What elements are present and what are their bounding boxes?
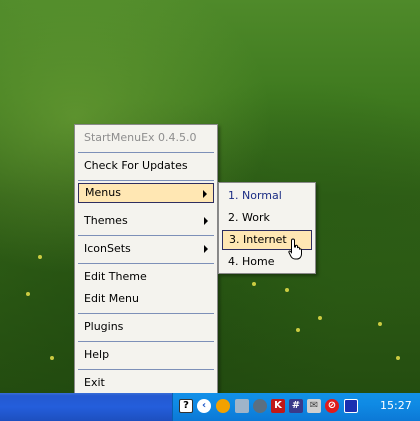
network-icon[interactable] (235, 399, 249, 413)
menu-item-label: Themes (84, 214, 128, 227)
flower (396, 356, 400, 360)
submenu-arrow-icon (204, 217, 208, 225)
flower (378, 322, 382, 326)
menu-separator (78, 152, 214, 153)
submenu-arrow-icon (203, 190, 207, 198)
collapse-arrow-icon[interactable]: ‹ (197, 399, 211, 413)
system-tray: ? ‹ K # ✉ ⊘ 15:27 (172, 393, 420, 421)
help-icon[interactable]: ? (179, 399, 193, 413)
flower (26, 292, 30, 296)
submenu-arrow-icon (204, 245, 208, 253)
menu-separator (78, 341, 214, 342)
menu-item-help[interactable]: Help (78, 345, 214, 365)
no-entry-icon[interactable]: ⊘ (325, 399, 339, 413)
submenu-item-normal[interactable]: 1. Normal (222, 186, 312, 206)
orange-circle-icon[interactable] (216, 399, 230, 413)
startmenuex-menu: StartMenuEx 0.4.5.0 Check For Updates Me… (74, 124, 218, 396)
monitor-icon[interactable] (344, 399, 358, 413)
grid-icon[interactable]: # (289, 399, 303, 413)
menu-separator (78, 263, 214, 264)
menu-item-edit-theme[interactable]: Edit Theme (78, 267, 214, 287)
flower (252, 282, 256, 286)
user-icon[interactable] (253, 399, 267, 413)
menu-item-exit[interactable]: Exit (78, 373, 214, 393)
menu-item-check-for-updates[interactable]: Check For Updates (78, 156, 214, 176)
menu-item-themes[interactable]: Themes (78, 211, 214, 231)
flower (38, 255, 42, 259)
menu-title: StartMenuEx 0.4.5.0 (84, 131, 197, 144)
flower (318, 316, 322, 320)
menu-item-label: Menus (85, 186, 121, 199)
hand-cursor-icon (288, 238, 302, 260)
menu-item-plugins[interactable]: Plugins (78, 317, 214, 337)
menu-item-edit-menu[interactable]: Edit Menu (78, 289, 214, 309)
submenu-item-work[interactable]: 2. Work (222, 208, 312, 228)
flower (296, 328, 300, 332)
menu-separator (78, 235, 214, 236)
menu-item-iconsets[interactable]: IconSets (78, 239, 214, 259)
menu-separator (78, 369, 214, 370)
menus-submenu: 1. Normal 2. Work 3. Internet 4. Home (218, 182, 316, 274)
menu-item-label: IconSets (84, 242, 131, 255)
clock[interactable]: 15:27 (380, 399, 412, 412)
flower (50, 356, 54, 360)
envelope-icon[interactable]: ✉ (307, 399, 321, 413)
menu-separator (78, 180, 214, 181)
flower (285, 288, 289, 292)
menu-separator (78, 313, 214, 314)
shield-k-icon[interactable]: K (271, 399, 285, 413)
taskbar: ? ‹ K # ✉ ⊘ 15:27 (0, 393, 420, 421)
menu-item-menus[interactable]: Menus (78, 183, 214, 203)
